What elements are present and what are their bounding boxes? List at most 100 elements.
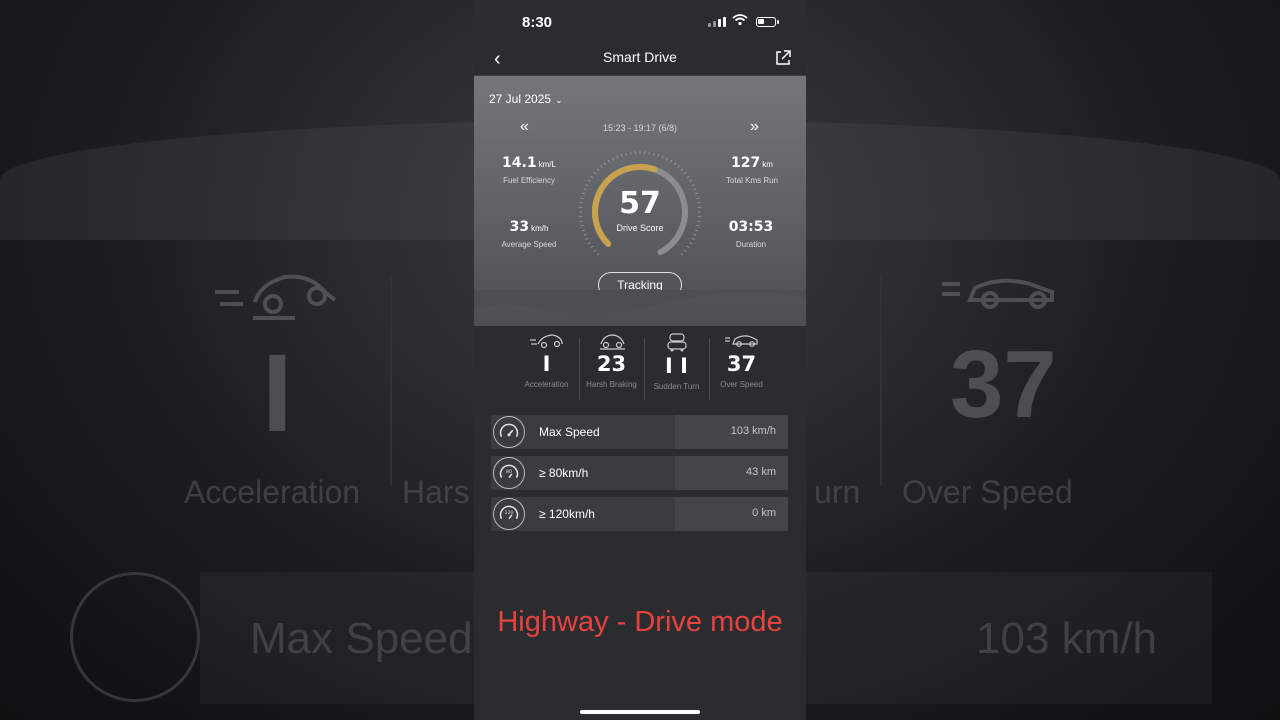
gauge-tick [596, 168, 600, 172]
gauge-tick [625, 152, 627, 156]
background-divider [880, 275, 882, 485]
gauge-tick [611, 157, 615, 161]
gauge-tick [693, 233, 697, 236]
gauge-tick [590, 175, 594, 179]
event-label: Sudden Turn [653, 382, 700, 391]
speed-stats-list: Max Speed 103 km/h 80 ≥ 80km/h 43 km 120… [491, 415, 788, 538]
gauge-tick [680, 168, 684, 172]
video-caption: Highway - Drive mode [497, 606, 783, 638]
harsh-braking-car-icon [599, 334, 625, 350]
background-harsh-label: Hars [402, 474, 470, 510]
event-label: Harsh Braking [586, 380, 637, 389]
gauge-tick [583, 233, 587, 236]
list-item-above-120: 120 ≥ 120km/h 0 km [491, 497, 788, 531]
gauge-tick [669, 159, 673, 163]
list-item-max-speed: Max Speed 103 km/h [491, 415, 788, 449]
signal-icon [708, 17, 726, 27]
event-value: 23 [596, 352, 627, 376]
drive-score-label: Drive Score [616, 223, 664, 233]
gauge-tick [686, 175, 690, 179]
average-speed-stat: 33 km/h Average Speed [488, 218, 570, 249]
background-turn-label: urn [814, 474, 861, 510]
drive-score-value: 57 [619, 186, 661, 221]
over-speed-car-icon [724, 335, 758, 347]
status-bar: 8:30 [474, 0, 806, 44]
gauge-tick [593, 172, 597, 175]
fuel-efficiency-unit: km/L [538, 160, 556, 169]
event-over-speed: 37 Over Speed [709, 330, 774, 406]
event-label: Over Speed [720, 380, 763, 389]
date-selector[interactable]: 27 Jul 2025 ⌄ [489, 92, 563, 106]
list-item-above-80: 80 ≥ 80km/h 43 km [491, 456, 788, 490]
gauge-tick [653, 152, 655, 156]
background-over-speed-label: Over Speed [902, 474, 1073, 510]
event-harsh-braking: 23 Harsh Braking [579, 330, 644, 406]
gauge-tick [596, 252, 600, 256]
gauge-tick [603, 162, 607, 166]
total-kms-label: Total Kms Run [725, 176, 779, 185]
battery-icon [756, 17, 779, 27]
event-value: I I [665, 354, 688, 378]
event-value: 37 [726, 352, 757, 376]
home-indicator[interactable] [580, 710, 700, 714]
speedometer-icon [493, 416, 525, 448]
average-speed-label: Average Speed [501, 240, 557, 249]
fuel-efficiency-label: Fuel Efficiency [503, 176, 555, 185]
speed-stat-name: Max Speed [539, 425, 600, 439]
gauge-tick [665, 157, 669, 161]
speed-stat-name: ≥ 120km/h [539, 507, 595, 521]
trip-summary-panel: 27 Jul 2025 ⌄ « 15:23 - 19:17 (6/8) » 14.… [474, 76, 806, 326]
gauge-tick [677, 165, 680, 169]
driving-events: I Acceleration 23 Harsh Braking I I Sudd… [514, 330, 774, 406]
date-label: 27 Jul 2025 [489, 92, 552, 106]
average-speed-unit: km/h [531, 224, 549, 233]
speed-stat-name: ≥ 80km/h [539, 466, 589, 480]
acceleration-car-icon [529, 334, 563, 349]
gauge-tick [683, 172, 687, 175]
next-trip-icon[interactable]: » [750, 118, 759, 136]
gauge-tick [590, 245, 594, 249]
speedometer-80-icon: 80 [493, 457, 525, 489]
average-speed-value: 33 [509, 219, 530, 235]
status-time: 8:30 [522, 14, 553, 31]
background-acceleration-label: Acceleration [184, 474, 361, 510]
gauge-tick [585, 237, 589, 241]
total-kms-stat: 127 km Total Kms Run [714, 154, 790, 185]
gauge-tick [686, 245, 690, 249]
background-car-icon [215, 274, 337, 320]
gauge-tick [689, 179, 693, 183]
event-value: I [542, 352, 551, 376]
background-acceleration-value: I [262, 332, 293, 455]
background-car-icon [942, 278, 1054, 309]
gauge-tick [683, 249, 687, 252]
gauge-tick [657, 153, 660, 157]
speed-stat-value: 0 km [752, 507, 776, 519]
gauge-tick [616, 155, 619, 159]
page-title: Smart Drive [603, 49, 677, 65]
gauge-tick [587, 179, 591, 183]
duration-value: 03:53 [728, 219, 774, 235]
share-icon[interactable] [774, 49, 792, 67]
event-label: Acceleration [524, 380, 569, 389]
gauge-tick [661, 155, 664, 159]
svg-text:120: 120 [505, 510, 514, 516]
gauge-tick [680, 252, 684, 256]
speed-stat-value: 43 km [746, 466, 776, 478]
summary-wave [474, 290, 806, 315]
gauge-tick [607, 159, 611, 163]
total-kms-unit: km [762, 160, 773, 169]
gauge-tick [689, 241, 693, 245]
gauge-tick [600, 165, 603, 169]
gauge-tick [593, 249, 597, 252]
speedometer-120-icon: 120 [493, 498, 525, 530]
gauge-tick [587, 241, 591, 245]
fuel-efficiency-value: 14.1 [502, 155, 537, 171]
wifi-icon [732, 14, 748, 26]
chevron-down-icon: ⌄ [555, 95, 563, 105]
background-divider [390, 275, 392, 485]
background-over-speed-value: 37 [950, 331, 1057, 438]
nav-bar: ‹ Smart Drive [474, 44, 806, 76]
speed-stat-value: 103 km/h [730, 425, 776, 437]
sudden-turn-car-icon [666, 333, 687, 352]
total-kms-value: 127 [731, 155, 761, 171]
